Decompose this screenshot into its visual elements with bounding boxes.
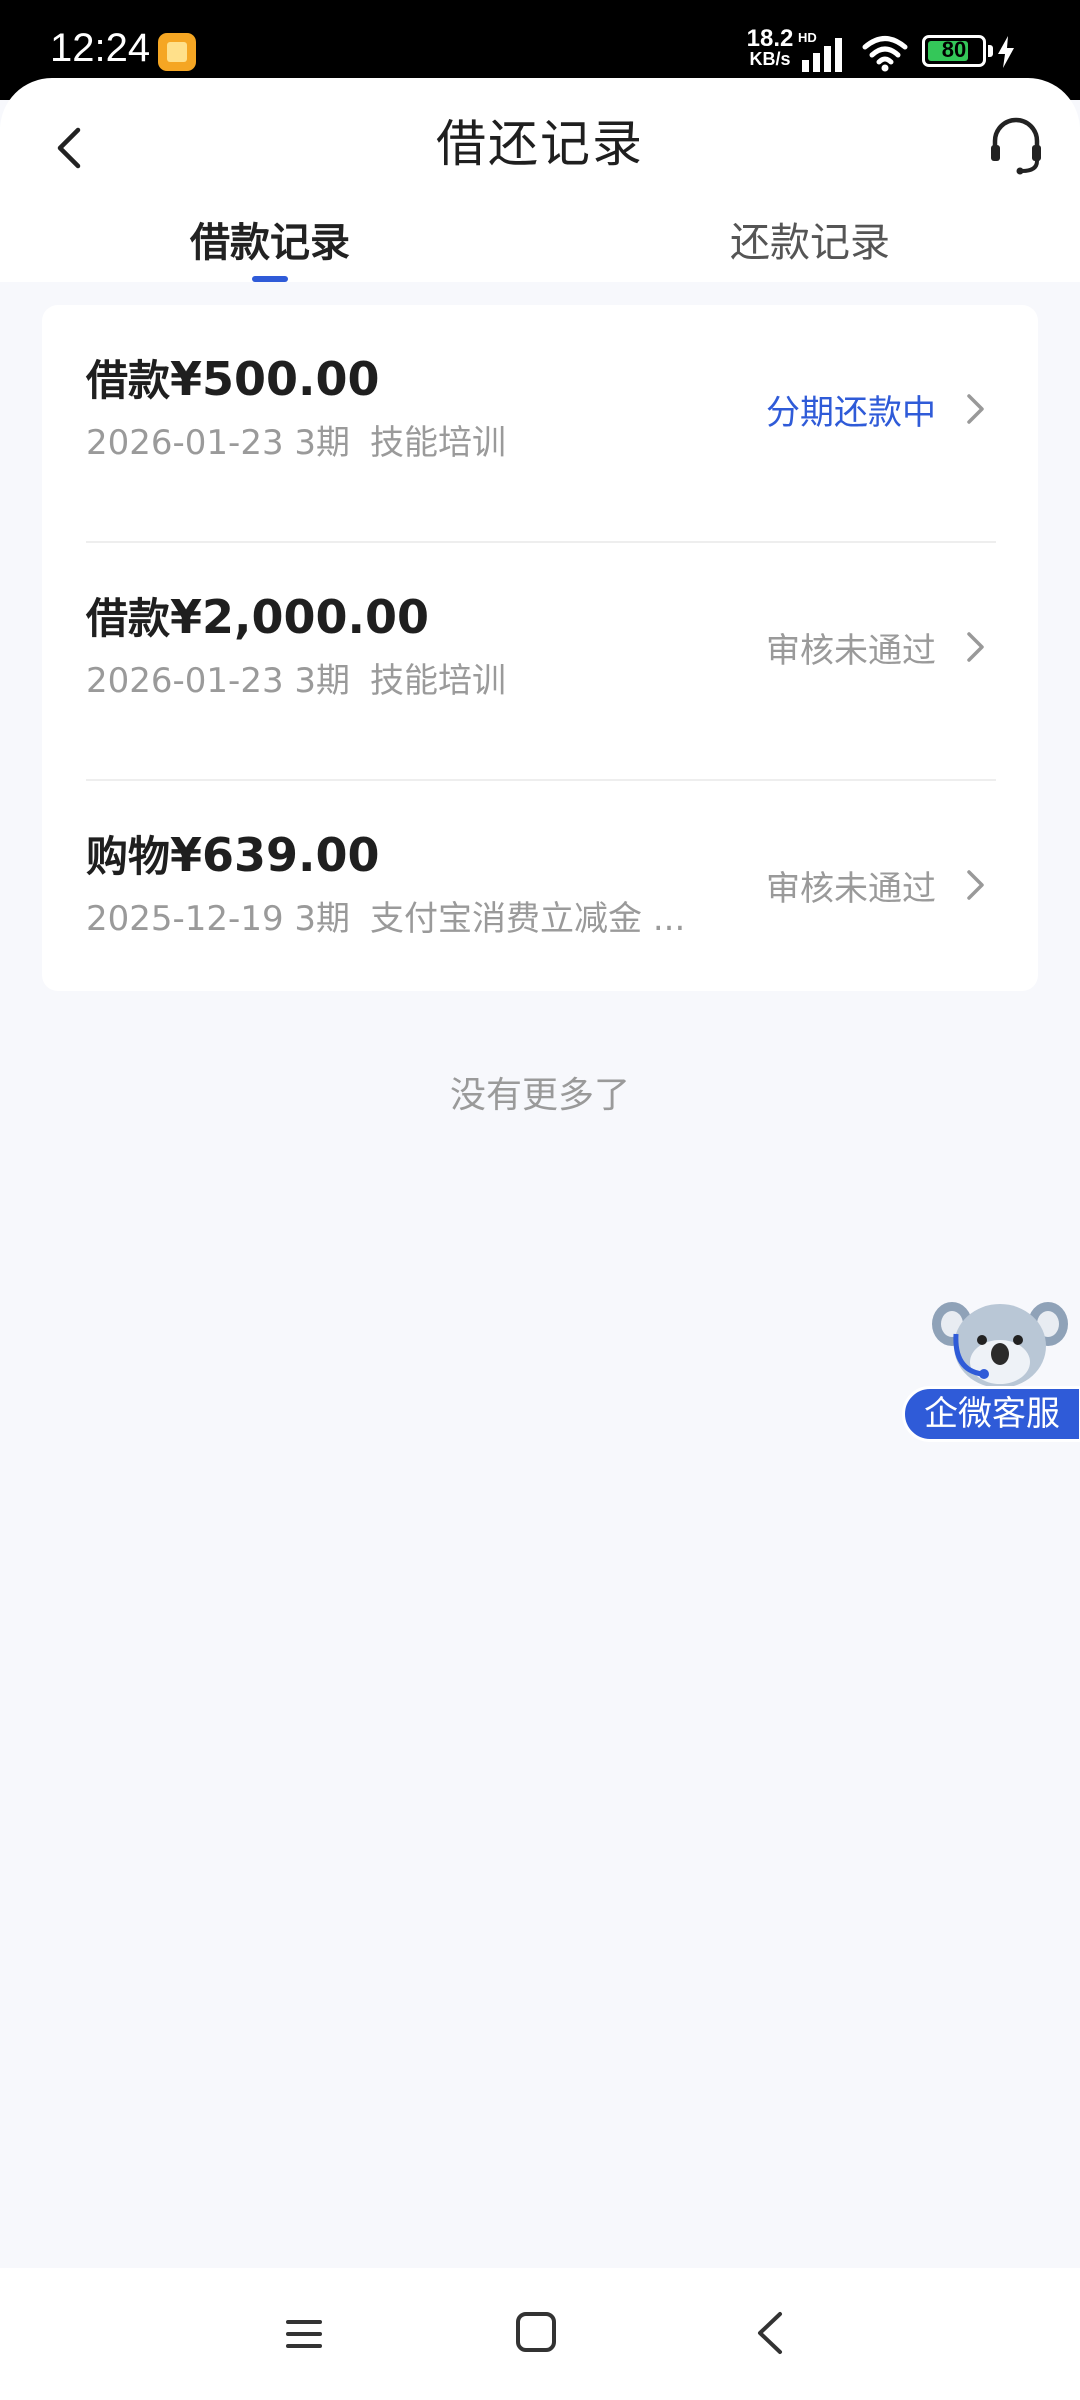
record-item[interactable]: 借款¥500.00 2026-01-23 3期 技能培训 分期还款中 bbox=[86, 305, 996, 543]
tab-repay-records[interactable]: 还款记录 bbox=[640, 210, 980, 282]
record-title: 借款¥2,000.00 bbox=[86, 585, 429, 646]
wecom-service-button[interactable]: 企微客服 bbox=[900, 1290, 1080, 1442]
network-speed: 18.2 KB/s bbox=[740, 25, 800, 70]
record-purpose: 技能培训 bbox=[370, 661, 507, 701]
record-list: 借款¥500.00 2026-01-23 3期 技能培训 分期还款中 借款¥2,0… bbox=[42, 305, 1038, 991]
record-date: 2025-12-19 bbox=[86, 899, 284, 939]
record-item[interactable]: 借款¥2,000.00 2026-01-23 3期 技能培训 审核未通过 bbox=[86, 543, 996, 781]
record-meta: 2025-12-19 3期 支付宝消费立减金 ... bbox=[86, 891, 685, 940]
record-date: 2026-01-23 bbox=[86, 423, 284, 463]
record-purpose: 支付宝消费立减金 ... bbox=[370, 899, 686, 939]
record-amount: ¥639.00 bbox=[170, 828, 380, 882]
record-type: 借款 bbox=[86, 594, 171, 643]
customer-service-button[interactable] bbox=[980, 108, 1052, 184]
charging-bolt-icon bbox=[998, 36, 1014, 68]
record-purpose: 技能培训 bbox=[370, 423, 507, 463]
record-installments: 3期 bbox=[294, 899, 351, 939]
screen: 12:24 18.2 KB/s HD 80 借还记录 借款记录 还款记录 借款¥… bbox=[0, 0, 1080, 2400]
headset-icon bbox=[991, 117, 1041, 175]
record-title: 借款¥500.00 bbox=[86, 347, 380, 408]
record-status: 审核未通过 bbox=[766, 869, 936, 909]
wifi-icon bbox=[862, 36, 908, 72]
status-time: 12:24 bbox=[50, 26, 151, 70]
record-type: 购物 bbox=[86, 832, 171, 881]
active-tab-indicator bbox=[252, 276, 288, 282]
notification-app-icon bbox=[158, 33, 196, 71]
back-triangle-icon[interactable] bbox=[752, 2308, 788, 2358]
record-meta: 2026-01-23 3期 技能培训 bbox=[86, 653, 506, 702]
record-amount: ¥500.00 bbox=[170, 352, 380, 406]
koala-mascot-icon bbox=[932, 1302, 1068, 1388]
record-date: 2026-01-23 bbox=[86, 661, 284, 701]
home-square-icon[interactable] bbox=[514, 2310, 558, 2354]
header: 借还记录 借款记录 还款记录 bbox=[0, 78, 1080, 282]
record-item[interactable]: 购物¥639.00 2025-12-19 3期 支付宝消费立减金 ... 审核未通… bbox=[86, 781, 996, 991]
chevron-right-icon bbox=[967, 394, 984, 424]
record-status: 分期还款中 bbox=[766, 393, 936, 433]
record-installments: 3期 bbox=[294, 661, 351, 701]
network-speed-unit: KB/s bbox=[749, 49, 791, 69]
record-title: 购物¥639.00 bbox=[86, 823, 380, 884]
record-type: 借款 bbox=[86, 356, 171, 405]
battery-level: 80 bbox=[941, 37, 967, 62]
signal-icon bbox=[802, 38, 842, 72]
record-amount: ¥2,000.00 bbox=[170, 590, 430, 644]
battery-icon: 80 bbox=[922, 35, 986, 67]
battery-nub bbox=[988, 45, 993, 57]
chevron-right-icon bbox=[967, 870, 984, 900]
network-speed-value: 18.2 bbox=[746, 25, 794, 52]
record-meta: 2026-01-23 3期 技能培训 bbox=[86, 415, 506, 464]
chevron-right-icon bbox=[967, 632, 984, 662]
menu-icon[interactable] bbox=[282, 2312, 326, 2356]
record-installments: 3期 bbox=[294, 423, 351, 463]
wecom-service-label: 企微客服 bbox=[902, 1386, 1080, 1442]
list-end-text: 没有更多了 bbox=[449, 1075, 630, 1116]
page-title: 借还记录 bbox=[436, 115, 644, 173]
tab-borrow-records[interactable]: 借款记录 bbox=[100, 210, 440, 282]
system-nav-bar bbox=[0, 2268, 1080, 2400]
record-status: 审核未通过 bbox=[766, 631, 936, 671]
